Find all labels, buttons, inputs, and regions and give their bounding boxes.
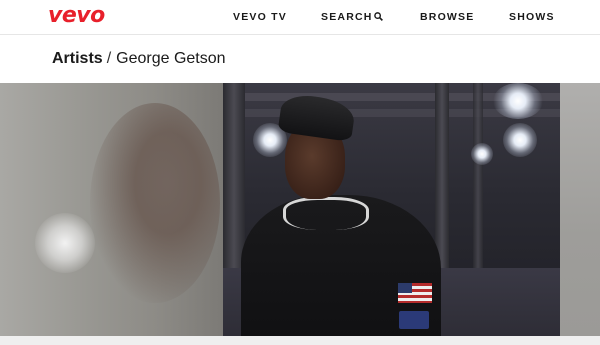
- content-divider: [0, 336, 600, 345]
- vevo-logo[interactable]: vevo: [48, 3, 105, 29]
- top-navigation: vevo VEVO TV SEARCH BROWSE SHOWS: [0, 0, 600, 35]
- nav-browse[interactable]: BROWSE: [420, 11, 474, 23]
- ceiling-lamp: [493, 83, 543, 119]
- search-icon: [373, 12, 383, 24]
- artist-photo: [223, 83, 560, 336]
- ceiling-lamp: [471, 143, 493, 165]
- hero-blurred-backdrop-left: [0, 83, 223, 336]
- breadcrumb: Artists / George Getson: [52, 49, 226, 69]
- nav-search-label: SEARCH: [321, 11, 373, 23]
- artist-hero-banner: [0, 83, 600, 336]
- jacket-collar-trim: [283, 197, 369, 230]
- sleeve-patch: [399, 311, 429, 329]
- nav-search[interactable]: SEARCH: [321, 11, 383, 24]
- blurred-light-shape: [35, 213, 95, 273]
- american-flag-patch: [398, 283, 432, 303]
- blurred-face-shape: [90, 103, 220, 303]
- ceiling-lamp: [503, 123, 537, 157]
- breadcrumb-current-artist: George Getson: [116, 50, 226, 67]
- nav-vevo-tv[interactable]: VEVO TV: [233, 11, 287, 23]
- breadcrumb-artists-link[interactable]: Artists: [52, 50, 103, 67]
- flag-canton: [398, 283, 412, 293]
- nav-shows[interactable]: SHOWS: [509, 11, 555, 23]
- breadcrumb-bar: Artists / George Getson: [0, 35, 600, 82]
- hero-blurred-backdrop-right: [560, 83, 600, 336]
- breadcrumb-separator: /: [106, 50, 112, 67]
